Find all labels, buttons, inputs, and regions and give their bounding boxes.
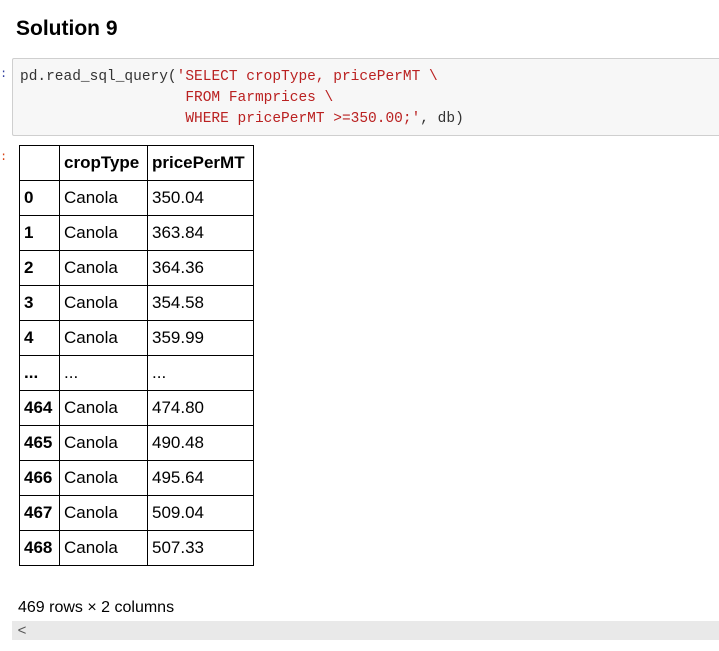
row-index: 2 — [19, 250, 60, 286]
output-prompt: : — [0, 150, 8, 164]
cell-pricepermt: 350.04 — [147, 180, 254, 216]
cell-pricepermt: 507.33 — [147, 530, 254, 566]
cell-pricepermt: 490.48 — [147, 425, 254, 461]
section-heading: Solution 9 — [16, 17, 118, 40]
code-string: WHERE pricePerMT >=350.00;' — [185, 111, 421, 127]
cell-croptype: Canola — [59, 250, 148, 286]
cell-croptype: Canola — [59, 215, 148, 251]
code-plain: , db) — [420, 111, 464, 127]
cell-croptype: Canola — [59, 460, 148, 496]
table-row: 467 Canola 509.04 — [19, 495, 254, 531]
table-row-ellipsis: ... ... ... — [19, 355, 254, 391]
cell-croptype: Canola — [59, 285, 148, 321]
row-index: 465 — [19, 425, 60, 461]
table-row: 466 Canola 495.64 — [19, 460, 254, 496]
dataframe-shape: 469 rows × 2 columns — [18, 599, 175, 616]
row-index: 468 — [19, 530, 60, 566]
row-index: 0 — [19, 180, 60, 216]
cell-pricepermt: 363.84 — [147, 215, 254, 251]
row-index: 466 — [19, 460, 60, 496]
cell-pricepermt: 495.64 — [147, 460, 254, 496]
table-row: 465 Canola 490.48 — [19, 425, 254, 461]
table-row: 3 Canola 354.58 — [19, 285, 254, 321]
row-index: 467 — [19, 495, 60, 531]
column-header-pricepermt: pricePerMT — [147, 145, 254, 181]
chevron-left-icon[interactable]: < — [14, 621, 30, 640]
dataframe-table: cropType pricePerMT 0 Canola 350.04 1 Ca… — [19, 145, 254, 566]
table-row: 4 Canola 359.99 — [19, 320, 254, 356]
horizontal-scrollbar[interactable]: < — [12, 621, 719, 640]
column-header-croptype: cropType — [59, 145, 148, 181]
cell-pricepermt: 509.04 — [147, 495, 254, 531]
cell-croptype: Canola — [59, 530, 148, 566]
table-header-row: cropType pricePerMT — [19, 145, 254, 181]
cell-croptype: ... — [59, 355, 148, 391]
table-row: 0 Canola 350.04 — [19, 180, 254, 216]
row-index: 3 — [19, 285, 60, 321]
table-row: 2 Canola 364.36 — [19, 250, 254, 286]
code-plain: pd.read_sql_query( — [20, 69, 177, 85]
code-string: 'SELECT cropType, pricePerMT \ — [176, 69, 438, 85]
cell-croptype: Canola — [59, 390, 148, 426]
row-index: 4 — [19, 320, 60, 356]
cell-croptype: Canola — [59, 320, 148, 356]
index-header — [19, 145, 60, 181]
cell-pricepermt: 354.58 — [147, 285, 254, 321]
table-row: 464 Canola 474.80 — [19, 390, 254, 426]
row-index: 1 — [19, 215, 60, 251]
cell-pricepermt: 359.99 — [147, 320, 254, 356]
table-row: 468 Canola 507.33 — [19, 530, 254, 566]
code-editor[interactable]: pd.read_sql_query('SELECT cropType, pric… — [20, 67, 464, 130]
cell-pricepermt: ... — [147, 355, 254, 391]
cell-croptype: Canola — [59, 495, 148, 531]
cell-croptype: Canola — [59, 425, 148, 461]
row-index: 464 — [19, 390, 60, 426]
input-prompt: : — [0, 67, 8, 81]
cell-pricepermt: 364.36 — [147, 250, 254, 286]
code-cell[interactable]: pd.read_sql_query('SELECT cropType, pric… — [12, 58, 719, 136]
cell-croptype: Canola — [59, 180, 148, 216]
row-index: ... — [19, 355, 60, 391]
cell-pricepermt: 474.80 — [147, 390, 254, 426]
table-row: 1 Canola 363.84 — [19, 215, 254, 251]
code-string: FROM Farmprices \ — [185, 90, 334, 106]
